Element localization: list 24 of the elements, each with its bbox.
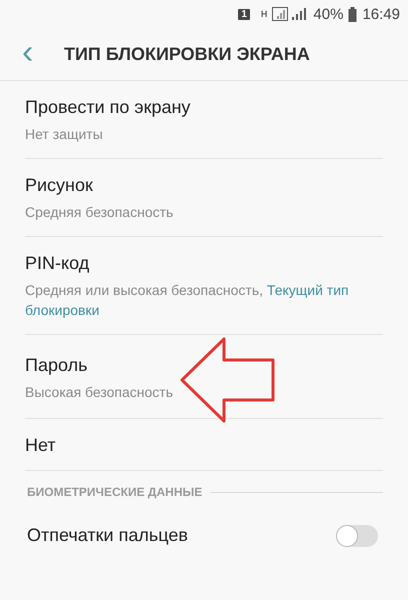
option-title: PIN-код [25, 253, 90, 274]
option-title: Отпечатки пальцев [27, 525, 188, 546]
clock: 16:49 [362, 6, 400, 22]
option-description: Средняя или высокая безопасность, Текущий тип блокировки [25, 281, 350, 320]
option-title: Провести по экрану [25, 97, 190, 118]
option-description: Высокая безопасность [25, 383, 174, 402]
lock-option[interactable]: Нет [25, 419, 383, 471]
lock-option[interactable]: PIN-код Средняя или высокая безопасность, Текущий тип блокировки [25, 237, 383, 335]
sim-icon: 1 [238, 8, 250, 20]
option-description: Нет защиты [25, 125, 103, 144]
signal-icon [272, 7, 308, 21]
option-description: Средняя безопасность [25, 203, 174, 222]
option-title: Нет [25, 435, 56, 456]
lock-option[interactable]: Провести по экрану Нет защиты [25, 81, 383, 159]
option-title: Рисунок [25, 175, 93, 196]
battery-level: 40% [313, 6, 344, 22]
option-title: Пароль [25, 355, 88, 376]
screen-title: ТИП БЛОКИРОВКИ ЭКРАНА [64, 44, 310, 64]
battery-icon [348, 6, 358, 22]
toggle-switch[interactable] [336, 525, 378, 547]
lock-option[interactable]: Пароль Высокая безопасность [25, 335, 383, 419]
network-type: H [260, 9, 268, 19]
lock-option[interactable]: Рисунок Средняя безопасность [25, 159, 383, 237]
section-header: БИОМЕТРИЧЕСКИЕ ДАННЫЕ [27, 485, 202, 499]
